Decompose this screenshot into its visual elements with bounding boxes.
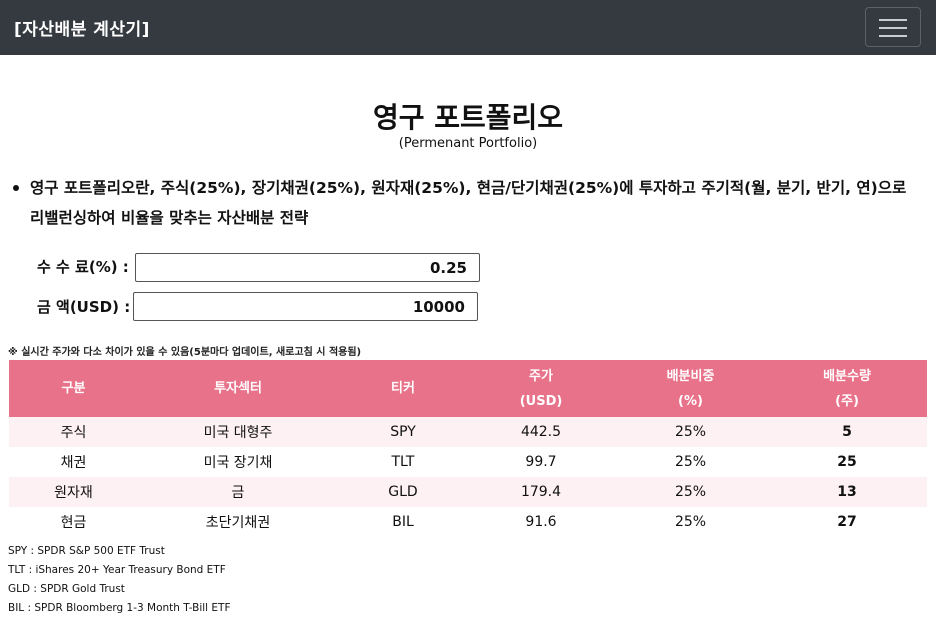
table-header-row: 구분 투자섹터 티커 주가 (USD) 배분비중 (%) 배분수량 (주) <box>9 360 927 417</box>
column-header-price: 주가 (USD) <box>468 360 614 417</box>
footnote-bil: BIL : SPDR Bloomberg 1-3 Month T-Bill ET… <box>8 602 231 614</box>
cell-category: 주식 <box>9 417 138 447</box>
cell-category: 채권 <box>60 455 87 471</box>
fee-label: 수 수 료(%) : <box>37 258 129 276</box>
price-notice: ※ 실시간 주가와 다소 차이가 있을 수 있음(5분마다 업데이트, 새로고침… <box>8 347 362 358</box>
cell-price: 442.5 <box>468 417 614 447</box>
brand-title[interactable]: [자산배분 계산기] <box>14 15 150 40</box>
cell-weight: 25% <box>614 477 767 507</box>
cell-ticker: BIL <box>392 514 414 530</box>
cell-quantity: 27 <box>837 514 857 530</box>
cell-quantity: 25 <box>837 454 857 470</box>
fee-input[interactable] <box>135 253 480 282</box>
cell-weight: 25% <box>674 514 707 530</box>
cell-ticker: GLD <box>338 477 468 507</box>
cell-sector: 초단기채권 <box>205 515 271 531</box>
amount-input[interactable] <box>133 292 478 321</box>
cell-ticker: TLT <box>391 454 415 470</box>
table-row: 주식 미국 대형주 SPY 442.5 25% 5 <box>9 417 927 447</box>
navbar: [자산배분 계산기] <box>0 0 936 55</box>
cell-sector: 미국 대형주 <box>138 417 338 447</box>
table-row: 원자재 금 GLD 179.4 25% 13 <box>9 477 927 507</box>
cell-category: 현금 <box>60 515 87 531</box>
footnote-gld: GLD : SPDR Gold Trust <box>8 583 125 595</box>
footnote-tlt: TLT : iShares 20+ Year Treasury Bond ETF <box>8 564 226 576</box>
bullet-dot <box>13 185 19 191</box>
cell-price: 99.7 <box>525 454 557 470</box>
strategy-description: 영구 포트폴리오란, 주식(25%), 장기채권(25%), 원자재(25%),… <box>30 179 907 227</box>
column-header-quantity: 배분수량 (주) <box>767 360 927 417</box>
cell-weight: 25% <box>614 417 767 447</box>
cell-sector: 금 <box>138 477 338 507</box>
cell-quantity: 13 <box>767 477 927 507</box>
cell-weight: 25% <box>674 454 707 470</box>
page-subtitle: (Permenant Portfolio) <box>398 136 538 151</box>
table-row: 현금 초단기채권 BIL 91.6 25% 27 <box>9 507 927 537</box>
cell-ticker: SPY <box>338 417 468 447</box>
column-header-sector: 투자섹터 <box>138 360 338 417</box>
column-header-category: 구분 <box>9 360 138 417</box>
cell-category: 원자재 <box>9 477 138 507</box>
allocation-table: 구분 투자섹터 티커 주가 (USD) 배분비중 (%) 배분수량 (주) 주식 미국… <box>9 360 927 537</box>
column-header-ticker: 티커 <box>338 360 468 417</box>
cell-quantity: 5 <box>767 417 927 447</box>
page-title: 영구 포트폴리오 <box>372 101 564 134</box>
cell-sector: 미국 장기채 <box>203 455 273 471</box>
cell-price: 91.6 <box>525 514 557 530</box>
table-row: 채권 미국 장기채 TLT 99.7 25% 25 <box>9 447 927 477</box>
column-header-weight: 배분비중 (%) <box>614 360 767 417</box>
amount-label: 금 액(USD) : <box>37 298 131 316</box>
cell-price: 179.4 <box>468 477 614 507</box>
navbar-toggle-button[interactable] <box>865 7 921 47</box>
footnote-spy: SPY : SPDR S&P 500 ETF Trust <box>8 545 165 557</box>
